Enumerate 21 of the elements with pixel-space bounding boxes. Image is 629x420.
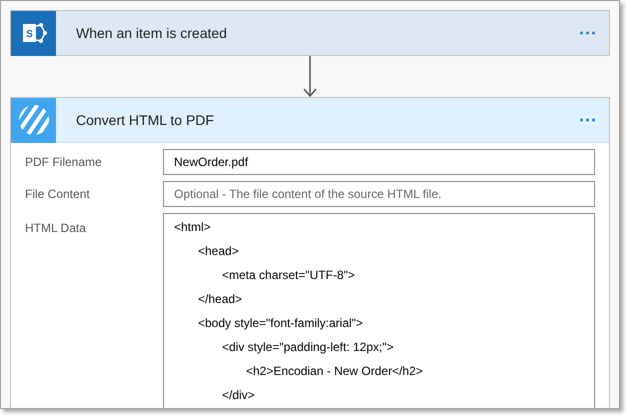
card-title: Convert HTML to PDF [76,110,215,130]
code-line: <h2>Encodian - New Order</h2> [246,363,424,380]
trigger-card[interactable]: S When an item is created ··· [10,10,610,56]
field-label: PDF Filename [25,154,103,171]
code-line: <meta charset="UTF-8"> [222,267,356,284]
card-header[interactable]: Convert HTML to PDF ··· [11,98,609,143]
field-label: File Content [25,186,91,203]
arrow-icon [303,56,317,97]
more-button[interactable]: ··· [579,111,597,129]
card-title: When an item is created [76,24,228,42]
input-field[interactable]: Optional - The file content of the source HTML file. [163,181,595,207]
input-field[interactable]: NewOrder.pdf [163,149,595,175]
html-text-area[interactable]: <html> <head> <meta charset="UTF-8"> </head> <body style="font-family:arial"> <div style="padding-left: 12px;"> <h2>Encodian - New Order</h2> </div> [163,213,595,408]
sharepoint-icon: S [11,10,56,56]
code-line: <div style="padding-left: 12px;"> [222,339,395,356]
code-line: <html> [174,219,212,236]
field-label: HTML Data [25,220,87,237]
code-line: </div> [222,387,256,404]
code-line: </head> [198,291,244,308]
code-line: <body style="font-family:arial"> [198,315,364,332]
code-line: <head> [198,243,240,260]
